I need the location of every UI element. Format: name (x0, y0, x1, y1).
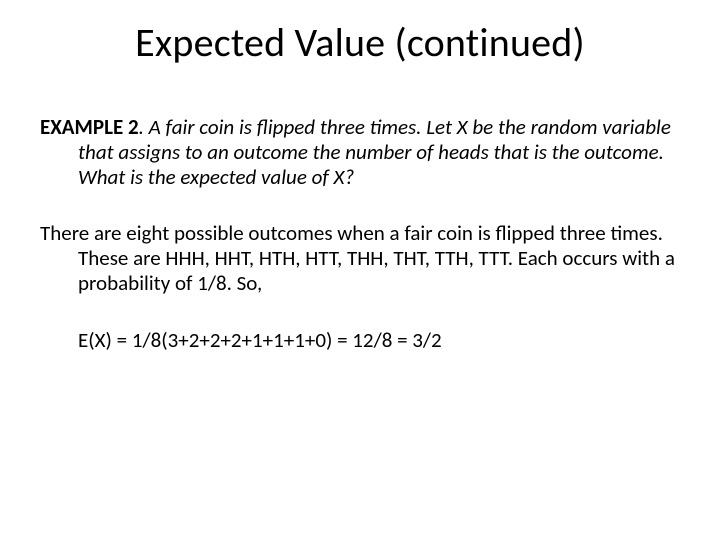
example-paragraph: EXAMPLE 2. A fair coin is flipped three … (40, 115, 680, 189)
slide-title: Expected Value (continued) (40, 18, 680, 67)
problem-statement: A fair coin is flipped three times. Let … (78, 114, 671, 190)
slide: Expected Value (continued) EXAMPLE 2. A … (0, 0, 720, 540)
example-label: EXAMPLE 2 (40, 114, 139, 140)
explanation-paragraph: There are eight possible outcomes when a… (40, 221, 680, 295)
dot: . (139, 114, 149, 140)
problem-text: . A fair coin is flipped three times. Le… (78, 114, 671, 190)
formula-line: E(X) = 1/8(3+2+2+2+1+1+1+0) = 12/8 = 3/2 (40, 328, 680, 353)
slide-body: EXAMPLE 2. A fair coin is flipped three … (40, 115, 680, 352)
